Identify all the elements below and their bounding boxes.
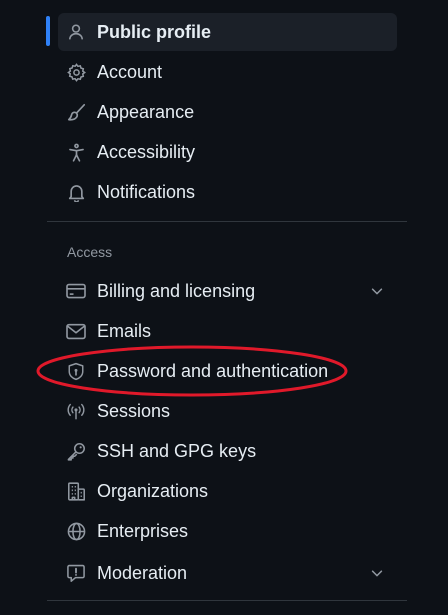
nav-item-account[interactable]: Account (58, 53, 397, 91)
nav-item-emails[interactable]: Emails (58, 312, 397, 350)
nav-item-label: Sessions (97, 400, 171, 421)
key-icon (66, 441, 86, 461)
nav-item-moderation[interactable]: Moderation (58, 554, 397, 592)
nav-item-label: Moderation (97, 562, 188, 583)
nav-item-label: Emails (97, 320, 152, 341)
mail-icon (66, 321, 86, 341)
nav-item-appearance[interactable]: Appearance (58, 93, 397, 131)
broadcast-icon (66, 401, 86, 421)
nav-item-public-profile[interactable]: Public profile (58, 13, 397, 51)
shield-lock-icon (66, 361, 86, 381)
active-indicator (46, 16, 50, 46)
credit-card-icon (66, 281, 86, 301)
chevron-down-icon[interactable] (369, 283, 385, 299)
nav-item-label: Appearance (97, 101, 195, 122)
nav-item-ssh-gpg-keys[interactable]: SSH and GPG keys (58, 432, 397, 470)
nav-item-organizations[interactable]: Organizations (58, 472, 397, 510)
person-icon (66, 22, 86, 42)
settings-sidebar: Public profile Account Appearance Access… (0, 0, 448, 615)
nav-item-label: Public profile (97, 21, 212, 42)
nav-item-accessibility[interactable]: Accessibility (58, 133, 397, 171)
nav-item-label: Organizations (97, 480, 209, 501)
nav-item-label: Notifications (97, 181, 196, 202)
chevron-down-icon[interactable] (369, 565, 385, 581)
nav-item-label: Account (97, 61, 163, 82)
nav-item-label: Enterprises (97, 520, 189, 541)
nav-item-label: Billing and licensing (97, 280, 256, 301)
accessibility-icon (66, 142, 86, 162)
paintbrush-icon (66, 102, 86, 122)
globe-icon (66, 521, 86, 541)
nav-item-label: Password and authentication (97, 360, 329, 381)
gear-icon (66, 62, 86, 82)
nav-item-sessions[interactable]: Sessions (58, 392, 397, 430)
section-divider (47, 221, 407, 222)
nav-item-notifications[interactable]: Notifications (58, 173, 397, 211)
nav-item-label: Accessibility (97, 141, 196, 162)
access-section-heading: Access (67, 244, 113, 260)
report-icon (66, 563, 86, 583)
nav-item-password-authentication[interactable]: Password and authentication (58, 352, 397, 390)
nav-item-billing[interactable]: Billing and licensing (58, 272, 397, 310)
bell-icon (66, 182, 86, 202)
organization-icon (66, 481, 86, 501)
nav-item-label: SSH and GPG keys (97, 440, 257, 461)
nav-item-enterprises[interactable]: Enterprises (58, 512, 397, 550)
section-divider (47, 600, 407, 601)
